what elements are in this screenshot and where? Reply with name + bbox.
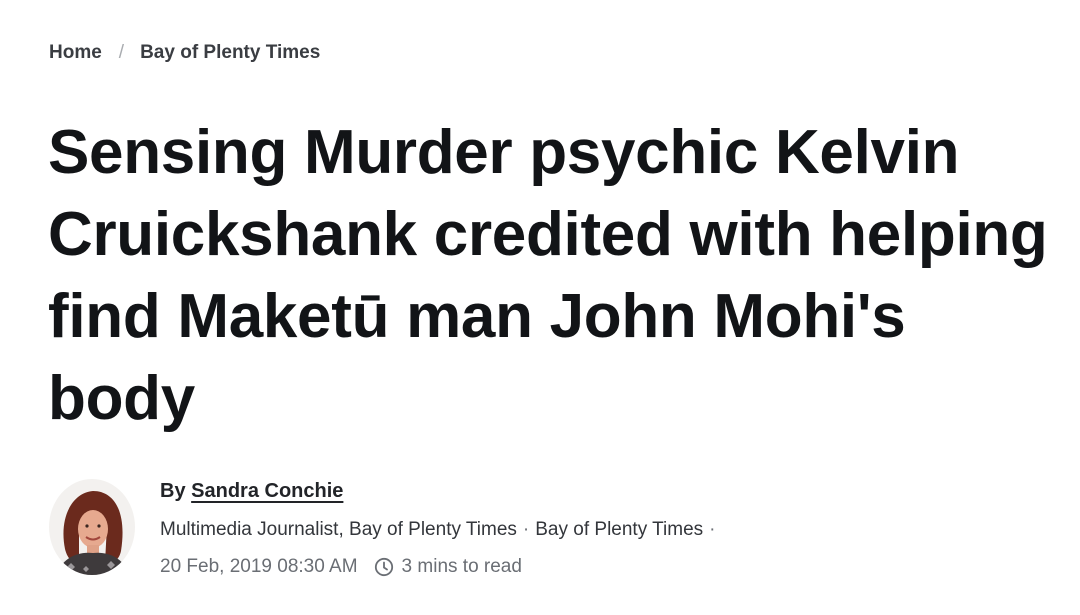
breadcrumb-home-link[interactable]: Home [49,42,102,64]
read-time: 3 mins to read [401,556,522,577]
byline-prefix: By [160,480,186,502]
publish-date: 20 Feb, 2019 08:30 AM [160,556,358,577]
breadcrumb-separator: / [118,42,125,63]
author-name-link[interactable]: Sandra Conchie [191,480,343,502]
role-separator: · [522,519,530,540]
byline: By Sandra Conchie [160,480,343,503]
clock-icon [374,557,394,577]
author-avatar-image [49,479,135,575]
article-headline: Sensing Murder psychic Kelvin Cruickshan… [48,118,1048,433]
article-meta: 20 Feb, 2019 08:30 AM 3 mins to read [160,556,522,578]
breadcrumb: Home / Bay of Plenty Times [49,41,320,65]
author-role: Multimedia Journalist, Bay of Plenty Tim… [160,519,517,540]
publication-separator: · [709,519,716,540]
author-avatar[interactable] [49,479,135,575]
breadcrumb-section-link[interactable]: Bay of Plenty Times [140,42,320,64]
publication-link[interactable]: Bay of Plenty Times [535,519,703,540]
author-role-line: Multimedia Journalist, Bay of Plenty Tim… [160,519,721,541]
